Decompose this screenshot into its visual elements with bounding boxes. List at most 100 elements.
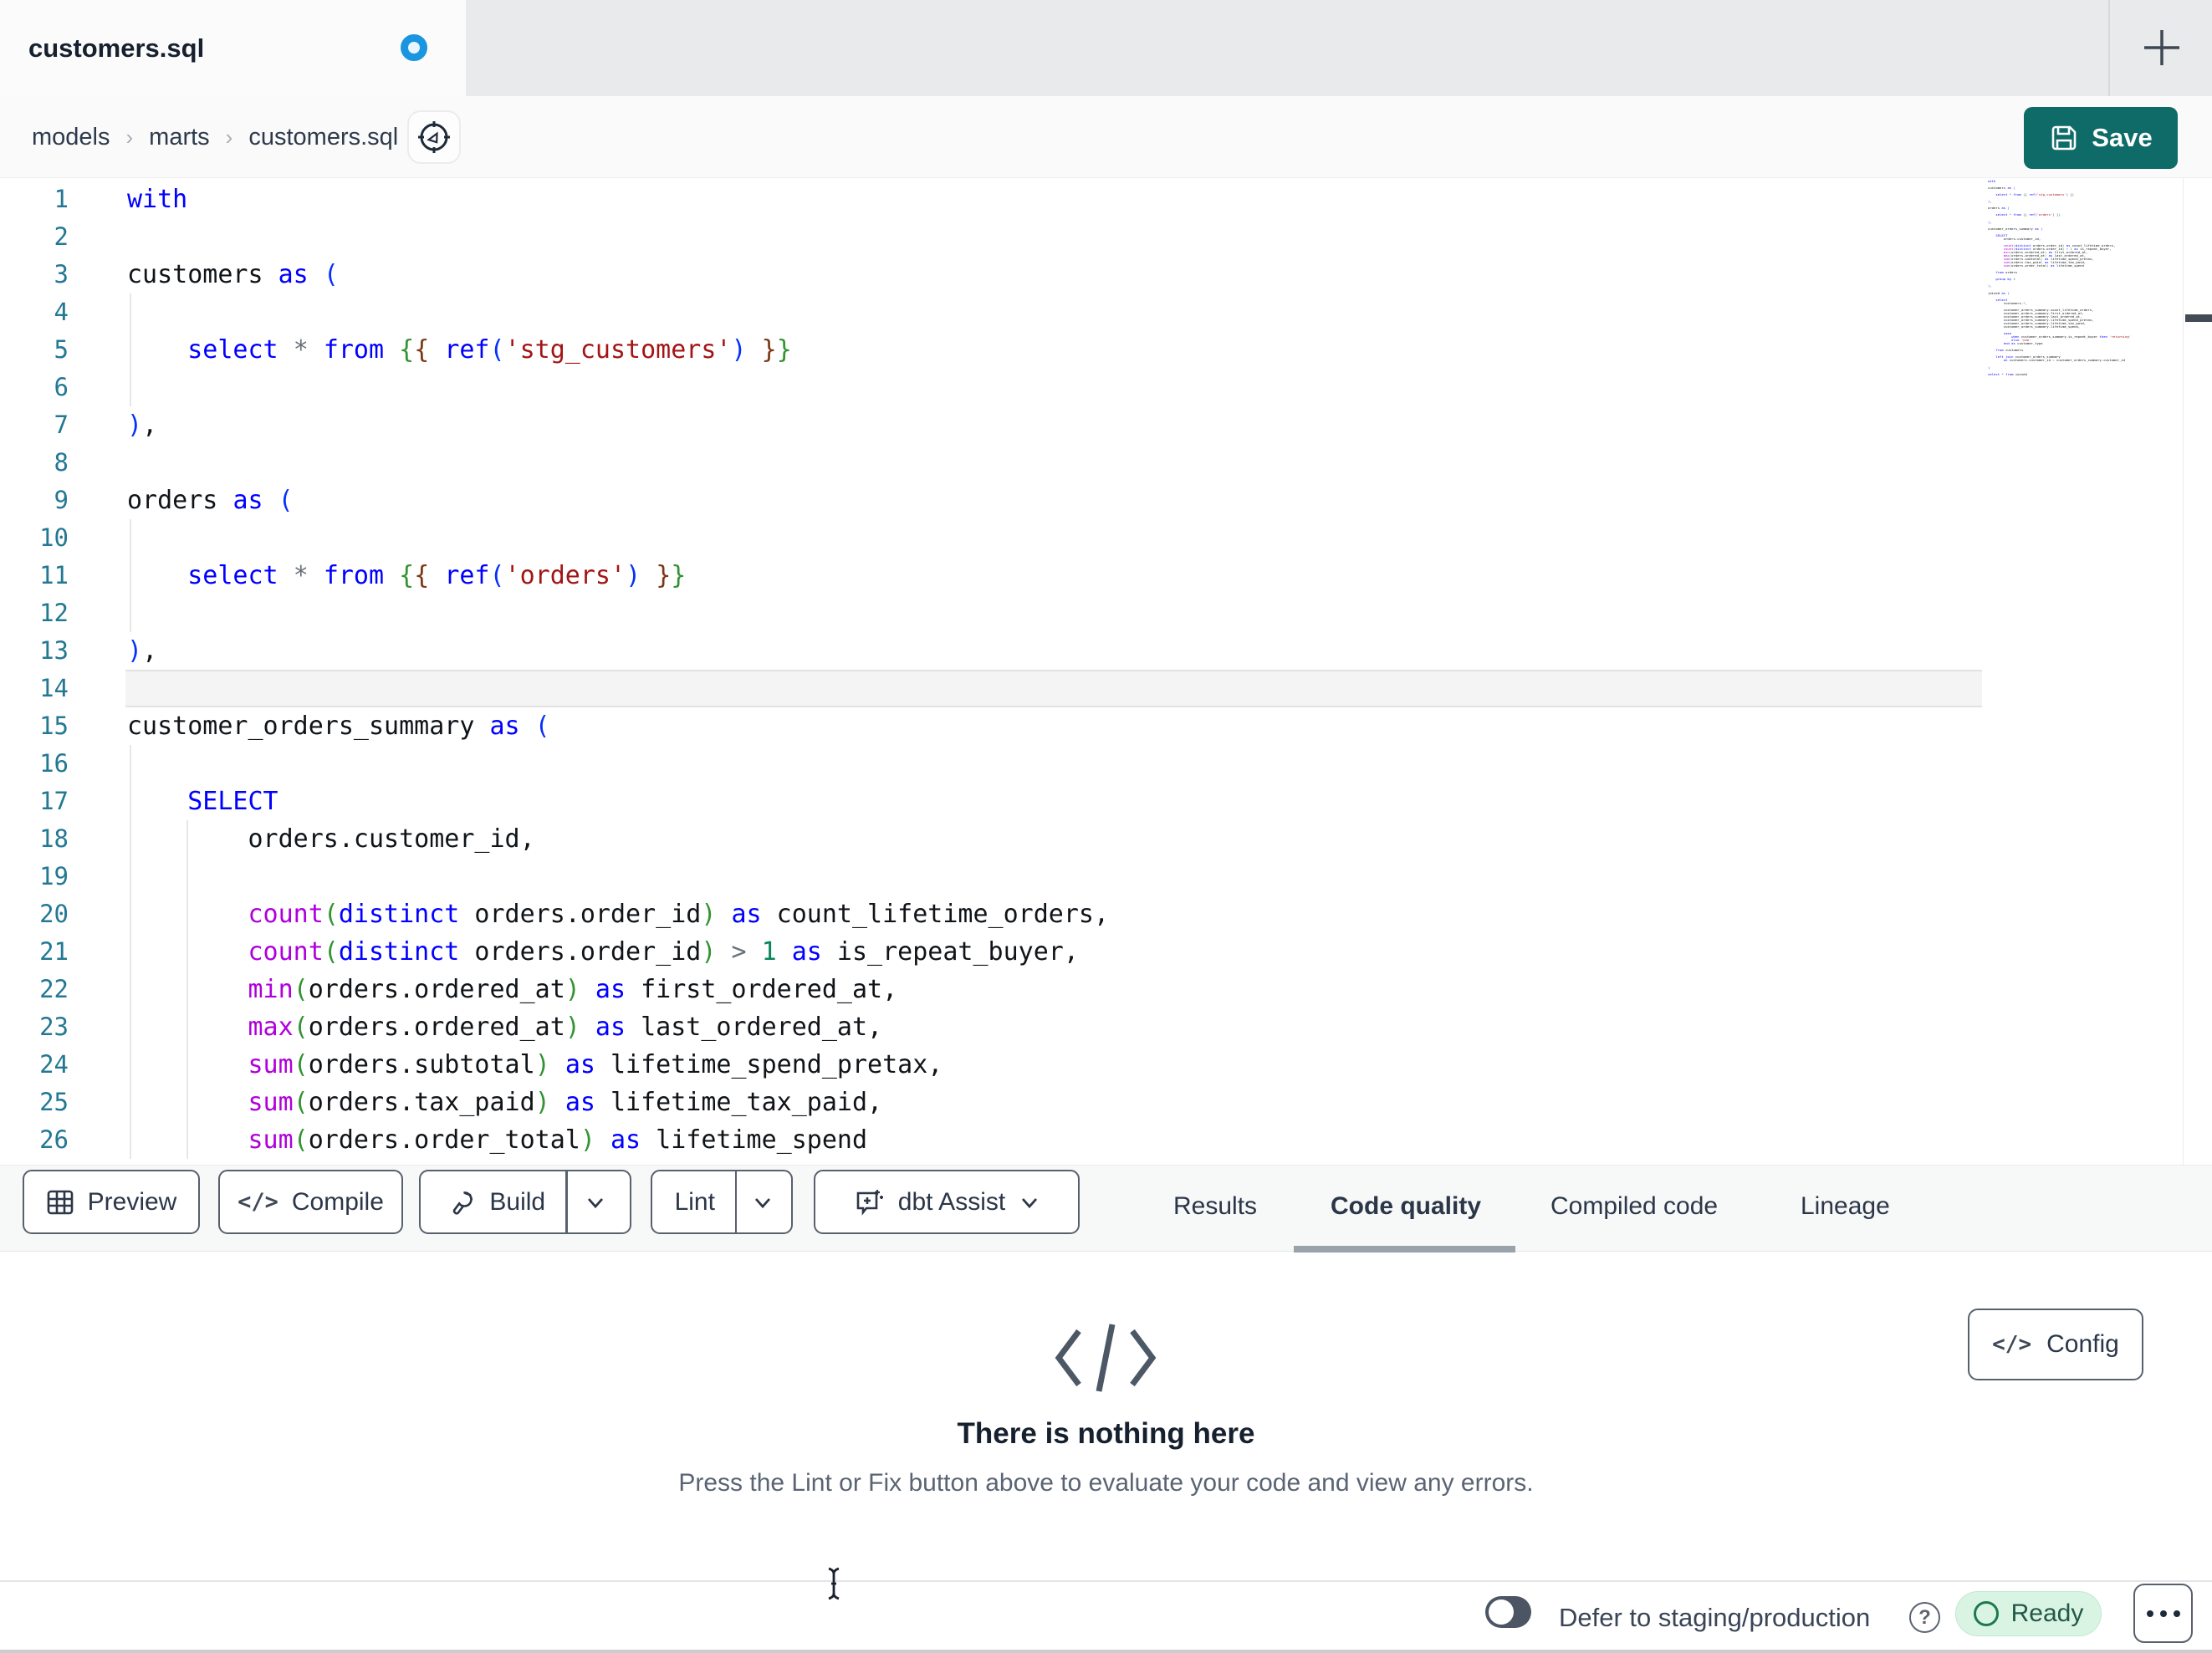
line-number: 5 — [54, 335, 69, 364]
minimap[interactable]: with customers as ( select * from {{ ref(… — [1988, 180, 2182, 376]
breadcrumb-marts[interactable]: marts — [149, 124, 210, 151]
code-line-6[interactable]: 6 — [0, 369, 1986, 406]
dbt-assist-button[interactable]: dbt Assist — [814, 1170, 1080, 1234]
empty-state-subtitle: Press the Lint or Fix button above to ev… — [678, 1469, 1534, 1497]
code-line-26[interactable]: 26 sum(orders.order_total) as lifetime_s… — [0, 1121, 1986, 1159]
lint-label: Lint — [674, 1187, 715, 1216]
code-text: customer_orders_summary as ( — [127, 712, 550, 741]
code-line-23[interactable]: 23 max(orders.ordered_at) as last_ordere… — [0, 1008, 1986, 1046]
code-line-21[interactable]: 21 count(distinct orders.order_id) > 1 a… — [0, 933, 1986, 971]
breadcrumb-models[interactable]: models — [32, 124, 110, 151]
line-number: 24 — [39, 1050, 69, 1079]
status-badge-ready: Ready — [1955, 1591, 2102, 1636]
code-line-10[interactable]: 10 — [0, 519, 1986, 557]
lint-dropdown-button[interactable] — [737, 1171, 789, 1232]
line-number: 1 — [54, 185, 69, 213]
tab-compiled-code[interactable]: Compiled code — [1550, 1166, 1718, 1247]
code-line-24[interactable]: 24 sum(orders.subtotal) as lifetime_spen… — [0, 1046, 1986, 1084]
preview-button[interactable]: Preview — [23, 1170, 200, 1234]
code-line-5[interactable]: 5 select * from {{ ref('stg_customers') … — [0, 331, 1986, 369]
minimap-line: select * from joined — [1988, 371, 2027, 376]
code-line-13[interactable]: 13), — [0, 632, 1986, 670]
defer-label: Defer to staging/production — [1559, 1602, 1871, 1632]
navigate-compass-button[interactable] — [407, 110, 461, 164]
line-number: 18 — [39, 824, 69, 853]
line-number: 21 — [39, 937, 69, 966]
tab-code-quality[interactable]: Code quality — [1331, 1166, 1481, 1247]
chevron-down-icon — [587, 1197, 603, 1208]
code-line-8[interactable]: 8 — [0, 444, 1986, 482]
line-number: 15 — [39, 712, 69, 740]
save-button[interactable]: Save — [2024, 107, 2178, 169]
code-line-22[interactable]: 22 min(orders.ordered_at) as first_order… — [0, 971, 1986, 1008]
assist-chat-sparkle-icon — [856, 1189, 883, 1216]
action-toolbar: Preview </> Compile Build Lint dbt Assis… — [0, 1165, 2212, 1253]
line-number: 14 — [39, 674, 69, 702]
code-line-7[interactable]: 7), — [0, 406, 1986, 444]
breadcrumb: models › marts › customers.sql — [32, 96, 398, 178]
code-line-11[interactable]: 11 select * from {{ ref('orders') }} — [0, 557, 1986, 594]
code-line-12[interactable]: 12 — [0, 594, 1986, 632]
tab-results[interactable]: Results — [1173, 1166, 1257, 1247]
code-line-14[interactable]: 14 — [0, 670, 1986, 707]
defer-toggle[interactable] — [1485, 1596, 1531, 1628]
code-text: ), — [127, 636, 158, 666]
code-line-18[interactable]: 18 orders.customer_id, — [0, 820, 1986, 858]
plus-icon — [2144, 30, 2179, 65]
code-brackets-icon: </> — [1992, 1332, 2032, 1357]
line-number: 23 — [39, 1013, 69, 1041]
line-number: 10 — [39, 523, 69, 552]
code-line-25[interactable]: 25 sum(orders.tax_paid) as lifetime_tax_… — [0, 1084, 1986, 1121]
breadcrumb-file[interactable]: customers.sql — [248, 124, 398, 151]
code-line-17[interactable]: 17 SELECT — [0, 783, 1986, 820]
compass-icon — [418, 121, 450, 153]
empty-state-code-icon — [1047, 1316, 1164, 1404]
help-icon[interactable]: ? — [1909, 1602, 1940, 1633]
save-floppy-icon — [2051, 125, 2077, 151]
code-brackets-icon: </> — [238, 1189, 278, 1215]
code-text: orders.customer_id, — [127, 824, 535, 854]
compile-button[interactable]: </> Compile — [218, 1170, 403, 1234]
breadcrumb-bar: models › marts › customers.sql Save — [0, 96, 2212, 178]
line-number: 7 — [54, 411, 69, 439]
code-line-2[interactable]: 2 — [0, 218, 1986, 256]
code-text: count(distinct orders.order_id) as count… — [248, 900, 1110, 929]
line-number: 16 — [39, 749, 69, 778]
new-tab-button[interactable] — [2138, 23, 2186, 72]
code-line-1[interactable]: 1 with — [0, 181, 1986, 218]
overview-ruler-scrollbar[interactable] — [2183, 178, 2212, 1165]
code-lines: 1 with 2 3 customers as (4 5 select * from {{… — [0, 181, 1986, 1159]
code-line-3[interactable]: 3 customers as ( — [0, 256, 1986, 293]
code-line-4[interactable]: 4 — [0, 293, 1986, 331]
line-number: 17 — [39, 787, 69, 815]
line-number: 12 — [39, 599, 69, 627]
code-line-15[interactable]: 15 customer_orders_summary as ( — [0, 707, 1986, 745]
table-icon — [47, 1190, 73, 1214]
more-options-button[interactable] — [2133, 1584, 2193, 1643]
code-line-9[interactable]: 9 orders as ( — [0, 482, 1986, 519]
build-dropdown-button[interactable] — [568, 1171, 623, 1232]
tab-lineage[interactable]: Lineage — [1801, 1166, 1890, 1247]
lint-split-button: Lint — [651, 1170, 793, 1234]
code-line-19[interactable]: 19 — [0, 858, 1986, 895]
toggle-knob — [1489, 1599, 1514, 1625]
build-split-button: Build — [419, 1170, 631, 1234]
chevron-down-icon — [755, 1197, 771, 1208]
code-text: SELECT — [187, 787, 278, 816]
code-line-16[interactable]: 16 — [0, 745, 1986, 783]
code-line-20[interactable]: 20 count(distinct orders.order_id) as co… — [0, 895, 1986, 933]
build-button[interactable]: Build — [427, 1171, 565, 1232]
tab-customers-sql[interactable]: customers.sql — [0, 0, 466, 96]
save-button-label: Save — [2092, 123, 2153, 152]
code-quality-panel: There is nothing here Press the Lint or … — [0, 1253, 2212, 1580]
config-button[interactable]: </> Config — [1968, 1309, 2143, 1380]
lint-button[interactable]: Lint — [655, 1171, 735, 1232]
code-text: customers as ( — [127, 260, 339, 289]
dot-icon — [2146, 1610, 2153, 1617]
line-number: 13 — [39, 636, 69, 665]
code-editor[interactable]: 1 with 2 3 customers as (4 5 select * from {{… — [0, 178, 2212, 1165]
line-number: 25 — [39, 1088, 69, 1116]
